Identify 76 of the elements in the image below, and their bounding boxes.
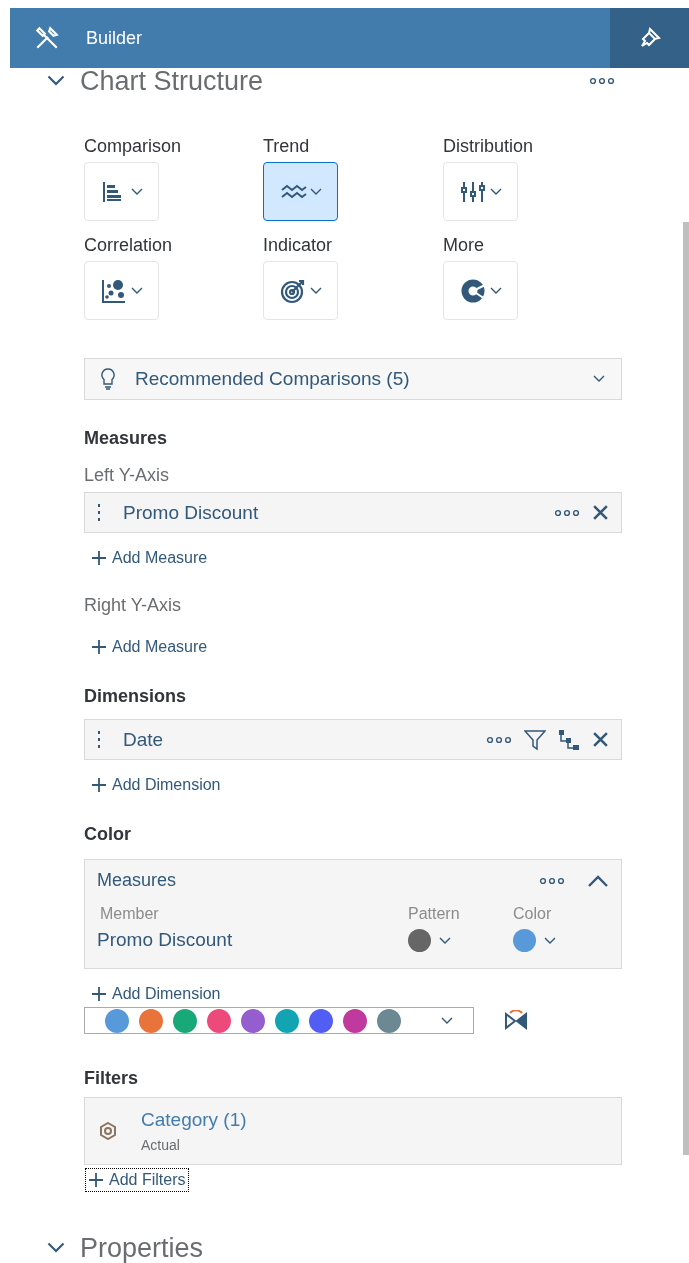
swap-colors-icon[interactable]	[504, 1009, 528, 1032]
chart-type-button[interactable]	[263, 162, 338, 221]
filter-chip[interactable]: Category (1) Actual	[84, 1097, 622, 1165]
plus-icon	[92, 640, 106, 654]
add-button[interactable]: Add Filters	[86, 1169, 189, 1191]
caret-icon	[130, 187, 143, 196]
add-button[interactable]: Add Dimension	[89, 774, 224, 796]
chart-type-label: Indicator	[263, 235, 334, 256]
caret-icon	[593, 375, 605, 383]
caret-icon	[309, 187, 322, 196]
color-swatch[interactable]	[513, 929, 536, 952]
expand-icon	[46, 1242, 66, 1254]
add-button[interactable]: Add Measure	[89, 636, 211, 658]
donut-chart-icon	[461, 279, 486, 302]
more-icon[interactable]	[539, 876, 565, 885]
more-icon[interactable]	[554, 508, 580, 517]
section-title[interactable]: Properties	[80, 1232, 615, 1263]
section-heading: Filters	[84, 1068, 140, 1089]
plus-icon	[89, 1173, 103, 1187]
measure-name: Promo Discount	[123, 501, 260, 524]
tools-icon[interactable]	[34, 25, 60, 51]
recommendations-dropdown[interactable]: Recommended Comparisons (5)	[84, 358, 622, 400]
bar-chart-icon	[102, 181, 121, 202]
more-icon[interactable]	[486, 735, 512, 744]
hierarchy-icon[interactable]	[558, 728, 580, 751]
caret-icon	[489, 187, 502, 196]
caret-icon	[544, 936, 556, 945]
drag-handle-icon[interactable]	[97, 730, 101, 749]
chart-type-label: Correlation	[84, 235, 174, 256]
more-icon[interactable]	[589, 77, 615, 85]
drag-handle-icon[interactable]	[97, 503, 101, 522]
panel-title: Builder	[86, 27, 144, 49]
pattern-swatch[interactable]	[408, 929, 431, 952]
palette-dropdown[interactable]	[84, 1007, 474, 1034]
column-heading: Member	[99, 905, 160, 923]
scrollbar[interactable]	[683, 222, 689, 1155]
plus-icon	[92, 778, 106, 792]
lightbulb-icon	[101, 368, 115, 390]
measure-chip[interactable]: Promo Discount	[84, 492, 622, 533]
close-icon[interactable]	[592, 731, 609, 748]
wave-lines-icon	[280, 184, 307, 198]
column-heading: Color	[513, 905, 553, 923]
axis-label: Left Y-Axis	[84, 465, 171, 486]
styling-button[interactable]	[610, 8, 689, 68]
scatter-plot-icon	[101, 278, 126, 303]
target-icon	[280, 279, 304, 303]
chart-type-label: Trend	[263, 136, 311, 157]
filter-icon[interactable]	[524, 728, 546, 751]
caret-icon	[439, 936, 451, 945]
dimension-name: Date	[123, 728, 165, 751]
plus-icon	[92, 987, 106, 1001]
member-name: Promo Discount	[97, 929, 234, 952]
caret-icon	[130, 286, 143, 295]
section-title[interactable]: Chart Structure	[80, 65, 589, 97]
add-button[interactable]: Add Measure	[89, 547, 211, 569]
axis-label: Right Y-Axis	[84, 595, 183, 616]
section-heading: Measures	[84, 428, 169, 449]
section-heading: Dimensions	[84, 686, 188, 707]
chart-type-label: More	[443, 235, 485, 256]
box-plot-icon	[460, 180, 485, 203]
caret-icon	[309, 286, 322, 295]
caret-icon	[489, 286, 502, 295]
expand-icon	[46, 75, 66, 87]
filter-name: Category (1)	[141, 1109, 247, 1131]
section-heading: Color	[84, 824, 132, 845]
chart-type-label: Distribution	[443, 136, 535, 157]
chart-type-label: Comparison	[84, 136, 183, 157]
collapse-icon[interactable]	[587, 873, 609, 888]
dimension-chip[interactable]: Date	[84, 719, 622, 760]
add-button[interactable]: Add Dimension	[89, 983, 224, 1005]
column-heading: Pattern	[408, 905, 461, 923]
group-title: Measures	[97, 870, 178, 891]
plus-icon	[92, 551, 106, 565]
close-icon[interactable]	[592, 504, 609, 521]
caret-icon	[441, 1016, 453, 1025]
filter-value: Actual	[141, 1137, 181, 1153]
